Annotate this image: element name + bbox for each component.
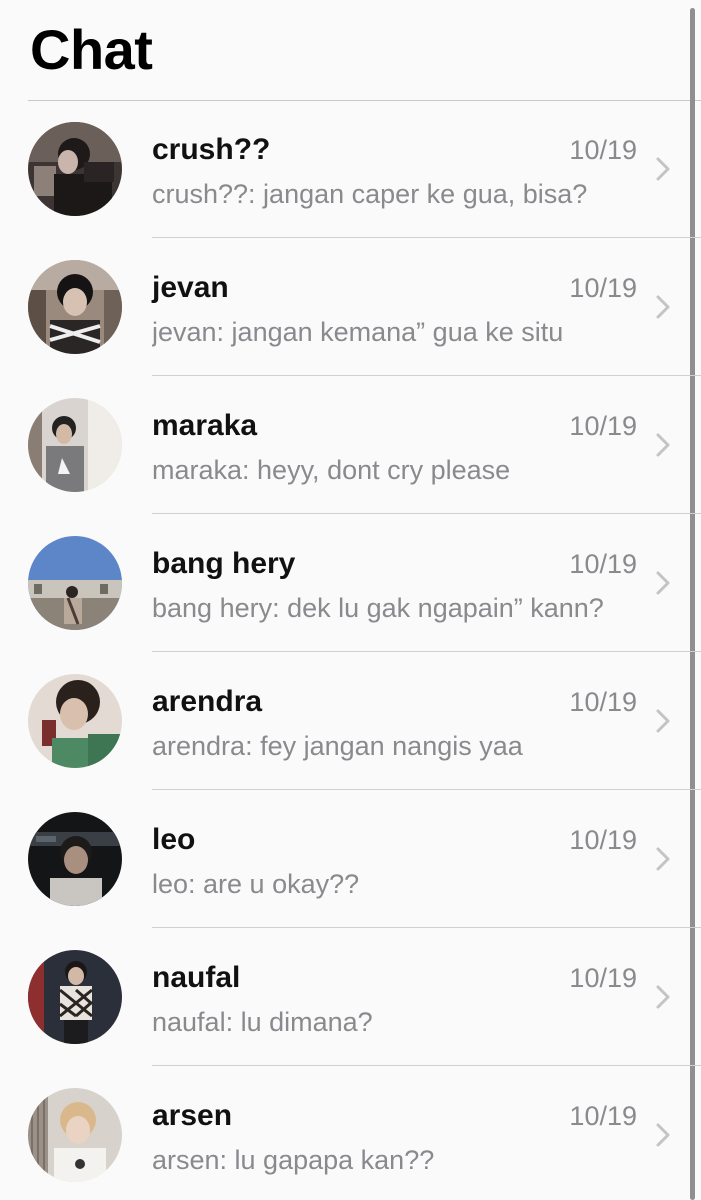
avatar-photo-icon bbox=[28, 674, 122, 768]
chat-date: 10/19 bbox=[569, 825, 637, 855]
chat-preview: crush??: jangan caper ke gua, bisa? bbox=[152, 179, 588, 209]
chat-row-jevan[interactable]: jevan 10/19 jevan: jangan kemana” gua ke… bbox=[0, 238, 701, 376]
chat-row-arendra[interactable]: arendra 10/19 arendra: fey jangan nangis… bbox=[0, 652, 701, 790]
chat-name: crush?? bbox=[152, 133, 271, 166]
chevron-right-icon bbox=[656, 157, 670, 181]
chat-name: maraka bbox=[152, 409, 258, 442]
chat-date: 10/19 bbox=[569, 273, 637, 303]
chat-preview: jevan: jangan kemana” gua ke situ bbox=[152, 317, 564, 347]
chat-preview: leo: are u okay?? bbox=[152, 869, 360, 899]
avatar-photo-icon bbox=[28, 812, 122, 906]
chevron-right-icon bbox=[656, 985, 670, 1009]
chat-date: 10/19 bbox=[569, 135, 637, 165]
avatar-photo-icon bbox=[28, 536, 122, 630]
avatar[interactable] bbox=[28, 950, 122, 1044]
chat-name: bang hery bbox=[152, 547, 296, 580]
avatar[interactable] bbox=[28, 260, 122, 354]
chat-date: 10/19 bbox=[569, 549, 637, 579]
chat-date: 10/19 bbox=[569, 411, 637, 441]
chat-row-arsen[interactable]: arsen 10/19 arsen: lu gapapa kan?? bbox=[0, 1066, 701, 1200]
chat-preview: naufal: lu dimana? bbox=[152, 1007, 373, 1037]
chat-name: arendra bbox=[152, 685, 263, 718]
avatar-photo-icon bbox=[28, 1088, 122, 1182]
chat-name: naufal bbox=[152, 961, 241, 994]
avatar[interactable] bbox=[28, 398, 122, 492]
chat-preview: arendra: fey jangan nangis yaa bbox=[152, 731, 523, 761]
chat-date: 10/19 bbox=[569, 1101, 637, 1131]
avatar[interactable] bbox=[28, 1088, 122, 1182]
page-title: Chat bbox=[30, 18, 153, 81]
chat-name: jevan bbox=[152, 271, 229, 304]
chat-preview: bang hery: dek lu gak ngapain” kann? bbox=[152, 593, 604, 623]
chat-date: 10/19 bbox=[569, 687, 637, 717]
chat-row-leo[interactable]: leo 10/19 leo: are u okay?? bbox=[0, 790, 701, 928]
chat-name: leo bbox=[152, 823, 196, 856]
chat-preview: arsen: lu gapapa kan?? bbox=[152, 1145, 435, 1175]
chat-row-maraka[interactable]: maraka 10/19 maraka: heyy, dont cry plea… bbox=[0, 376, 701, 514]
avatar-photo-icon bbox=[28, 122, 122, 216]
chevron-right-icon bbox=[656, 295, 670, 319]
chat-row-bang-hery[interactable]: bang hery 10/19 bang hery: dek lu gak ng… bbox=[0, 514, 701, 652]
chevron-right-icon bbox=[656, 433, 670, 457]
chat-name: arsen bbox=[152, 1099, 233, 1132]
avatar[interactable] bbox=[28, 536, 122, 630]
avatar[interactable] bbox=[28, 674, 122, 768]
avatar[interactable] bbox=[28, 122, 122, 216]
chevron-right-icon bbox=[656, 709, 670, 733]
chat-list: crush?? 10/19 crush??: jangan caper ke g… bbox=[0, 100, 701, 1200]
avatar-photo-icon bbox=[28, 950, 122, 1044]
chat-date: 10/19 bbox=[569, 963, 637, 993]
chat-preview: maraka: heyy, dont cry please bbox=[152, 455, 511, 485]
chat-row-crush[interactable]: crush?? 10/19 crush??: jangan caper ke g… bbox=[0, 100, 701, 238]
chevron-right-icon bbox=[656, 847, 670, 871]
chevron-right-icon bbox=[656, 1123, 670, 1147]
chat-row-naufal[interactable]: naufal 10/19 naufal: lu dimana? bbox=[0, 928, 701, 1066]
chat-screen: Chat crush?? 10/19 crush??: jangan caper… bbox=[0, 0, 701, 1200]
avatar-photo-icon bbox=[28, 398, 122, 492]
avatar-photo-icon bbox=[28, 260, 122, 354]
chevron-right-icon bbox=[656, 571, 670, 595]
avatar[interactable] bbox=[28, 812, 122, 906]
